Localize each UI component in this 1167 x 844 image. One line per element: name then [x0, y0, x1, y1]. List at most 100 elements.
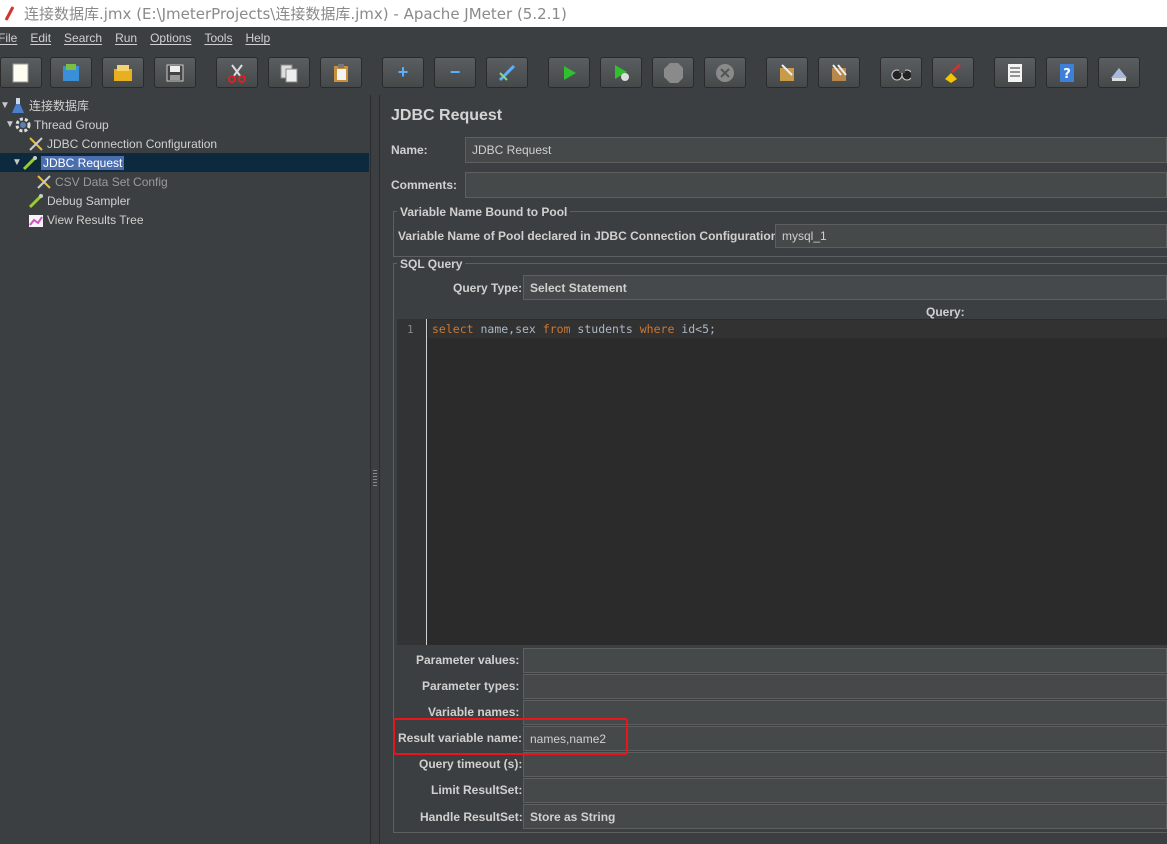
menu-bar: File Edit Search Run Options Tools Help	[0, 27, 1167, 49]
variable-names-field[interactable]	[523, 700, 1167, 725]
splitter-grip-icon[interactable]	[373, 470, 377, 488]
new-button[interactable]	[0, 57, 42, 88]
clear-all-icon	[829, 63, 849, 83]
svg-text:?: ?	[1063, 67, 1071, 82]
comments-field[interactable]	[465, 172, 1167, 198]
panel-title: JDBC Request	[391, 107, 503, 124]
sql-keyword: select	[432, 322, 474, 336]
result-variable-name-field[interactable]: names,name2	[523, 726, 1167, 751]
chart-icon	[28, 212, 44, 228]
gear-icon	[15, 117, 31, 133]
expand-arrow-icon[interactable]: ▼	[12, 157, 22, 168]
pool-group-title: Variable Name Bound to Pool	[397, 205, 571, 219]
pipette-icon	[28, 193, 44, 209]
sql-text: name,sex	[473, 322, 543, 336]
sql-keyword: where	[639, 322, 675, 336]
expand-arrow-icon[interactable]: ▼	[0, 100, 10, 111]
window-title: 连接数据库.jmx (E:\JmeterProjects\连接数据库.jmx) …	[24, 5, 567, 23]
remote-button[interactable]	[1098, 57, 1140, 88]
tree-node-csv-data-set-config[interactable]: CSV Data Set Config	[36, 172, 168, 191]
sql-query-group-title: SQL Query	[397, 257, 466, 271]
templates-icon	[61, 63, 81, 83]
paste-button[interactable]	[320, 57, 362, 88]
reset-search-icon	[943, 63, 963, 83]
window-titlebar: 连接数据库.jmx (E:\JmeterProjects\连接数据库.jmx) …	[0, 0, 1167, 27]
clear-all-button[interactable]	[818, 57, 860, 88]
clear-button[interactable]	[766, 57, 808, 88]
menu-options[interactable]: Options	[150, 31, 191, 45]
menu-edit[interactable]: Edit	[30, 31, 51, 45]
tree-node-jdbc-connection-config[interactable]: JDBC Connection Configuration	[28, 134, 217, 153]
sql-keyword: from	[542, 322, 571, 336]
parameter-types-field[interactable]	[523, 674, 1167, 699]
menu-help[interactable]: Help	[245, 31, 270, 45]
shutdown-button[interactable]	[704, 57, 746, 88]
open-icon	[113, 63, 133, 83]
query-type-select[interactable]: Select Statement	[523, 275, 1167, 300]
start-button[interactable]	[548, 57, 590, 88]
sql-text: id<5;	[674, 322, 716, 336]
new-icon	[11, 63, 31, 83]
collapse-icon: −	[449, 62, 461, 82]
tree-node-label: CSV Data Set Config	[55, 174, 168, 189]
sql-code: select name,sex from students where id<5…	[432, 322, 716, 336]
toggle-icon	[497, 63, 517, 83]
templates-button[interactable]	[50, 57, 92, 88]
editor-gutter: 1	[397, 319, 427, 645]
pool-name-label: Variable Name of Pool declared in JDBC C…	[398, 229, 783, 243]
menu-run[interactable]: Run	[115, 31, 137, 45]
stop-icon	[663, 62, 683, 83]
result-variable-name-label: Result variable name:	[398, 731, 523, 745]
expand-button[interactable]: +	[382, 57, 424, 88]
help-icon: ?	[1057, 63, 1077, 83]
menu-search[interactable]: Search	[64, 31, 102, 45]
menu-file[interactable]: File	[0, 31, 17, 45]
paste-icon	[331, 63, 351, 83]
tree-node-view-results-tree[interactable]: View Results Tree	[28, 210, 144, 229]
save-icon	[165, 63, 185, 83]
pipette-icon	[22, 155, 38, 171]
cut-button[interactable]	[216, 57, 258, 88]
clear-icon	[777, 63, 797, 83]
save-button[interactable]	[154, 57, 196, 88]
function-helper-button[interactable]	[994, 57, 1036, 88]
search-icon	[891, 63, 911, 83]
tree-node-label: Thread Group	[34, 117, 109, 132]
handle-resultset-label: Handle ResultSet:	[420, 810, 523, 824]
toggle-button[interactable]	[486, 57, 528, 88]
query-timeout-label: Query timeout (s):	[419, 757, 523, 771]
handle-resultset-select[interactable]: Store as String	[523, 804, 1167, 829]
open-button[interactable]	[102, 57, 144, 88]
toolbar: + − ?	[0, 49, 1167, 95]
pool-name-field[interactable]: mysql_1	[775, 224, 1167, 248]
test-plan-tree[interactable]: ▼ 连接数据库 ▼ Thread Group JDBC Connection C…	[0, 95, 370, 844]
tree-node-label: 连接数据库	[29, 99, 90, 113]
comments-label: Comments:	[391, 178, 458, 192]
tree-node-thread-group[interactable]: ▼ Thread Group	[5, 115, 109, 134]
parameter-values-label: Parameter values:	[416, 653, 520, 667]
collapse-button[interactable]: −	[434, 57, 476, 88]
start-no-pauses-button[interactable]	[600, 57, 642, 88]
reset-search-button[interactable]	[932, 57, 974, 88]
limit-resultset-field[interactable]	[523, 778, 1167, 803]
tree-node-debug-sampler[interactable]: Debug Sampler	[28, 191, 130, 210]
tree-node-test-plan[interactable]: ▼ 连接数据库	[0, 96, 89, 115]
cut-icon	[227, 63, 247, 83]
remote-icon	[1109, 63, 1129, 83]
menu-tools[interactable]: Tools	[204, 31, 232, 45]
query-timeout-field[interactable]	[523, 752, 1167, 777]
parameter-values-field[interactable]	[523, 648, 1167, 673]
help-button[interactable]: ?	[1046, 57, 1088, 88]
stop-button[interactable]	[652, 57, 694, 88]
name-field[interactable]: JDBC Request	[465, 137, 1167, 163]
wrench-icon	[36, 174, 52, 190]
tree-node-jdbc-request[interactable]: ▼ JDBC Request	[12, 153, 125, 172]
function-helper-icon	[1005, 63, 1025, 83]
sql-editor[interactable]: 1 select name,sex from students where id…	[397, 319, 1167, 645]
copy-button[interactable]	[268, 57, 310, 88]
tree-node-label: JDBC Request	[41, 155, 125, 170]
expand-icon: +	[397, 62, 409, 82]
expand-arrow-icon[interactable]: ▼	[5, 119, 15, 130]
wrench-icon	[28, 136, 44, 152]
search-button[interactable]	[880, 57, 922, 88]
